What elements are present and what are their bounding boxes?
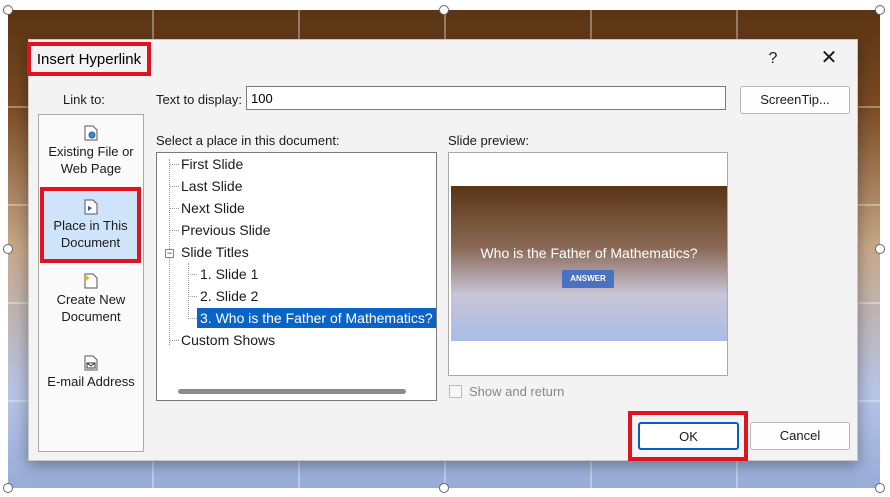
email-icon	[84, 355, 98, 371]
close-button[interactable]: ✕	[818, 47, 840, 69]
slide-preview-box: Who is the Father of Mathematics? ANSWER	[448, 152, 728, 376]
link-to-place-in-document[interactable]: Place in This Document	[40, 187, 141, 263]
checkbox-box[interactable]	[449, 385, 462, 398]
ok-button[interactable]: OK	[638, 422, 739, 450]
link-to-email-label: E-mail Address	[47, 374, 135, 389]
link-to-label: Link to:	[63, 92, 105, 107]
file-globe-icon	[84, 125, 98, 141]
link-to-pane: Existing File or Web Page Place in This …	[38, 114, 144, 452]
text-to-display-label: Text to display:	[156, 92, 242, 107]
tree-line	[169, 186, 179, 187]
collapse-toggle-icon[interactable]: −	[165, 249, 174, 258]
resize-handle-top-center[interactable]	[439, 5, 449, 15]
tree-item-slide-1[interactable]: 1. Slide 1	[200, 264, 258, 284]
help-button[interactable]: ?	[765, 50, 781, 68]
slide-preview-label: Slide preview:	[448, 133, 529, 148]
tree-line	[169, 340, 179, 341]
show-and-return-label: Show and return	[469, 384, 565, 399]
resize-handle-bottom-right[interactable]	[875, 483, 885, 493]
tree-line	[169, 230, 179, 231]
resize-handle-bottom-left[interactable]	[3, 483, 13, 493]
dialog-title: Insert Hyperlink	[27, 42, 151, 76]
preview-slide-title: Who is the Father of Mathematics?	[480, 245, 698, 261]
tree-item-previous-slide[interactable]: Previous Slide	[181, 220, 271, 240]
tree-item-slide-2[interactable]: 2. Slide 2	[200, 286, 258, 306]
place-tree[interactable]: − First Slide Last Slide Next Slide Prev…	[156, 152, 437, 401]
screentip-button[interactable]: ScreenTip...	[740, 86, 850, 114]
tree-line	[188, 318, 197, 319]
tree-line	[169, 208, 179, 209]
slide-preview-thumbnail: Who is the Father of Mathematics? ANSWER	[451, 186, 727, 341]
document-place-icon	[84, 199, 98, 215]
scrollbar-thumb[interactable]	[178, 389, 406, 394]
horizontal-scrollbar[interactable]	[158, 384, 435, 398]
tree-item-first-slide[interactable]: First Slide	[181, 154, 243, 174]
tree-item-last-slide[interactable]: Last Slide	[181, 176, 242, 196]
preview-answer-button: ANSWER	[562, 270, 614, 288]
tree-item-custom-shows[interactable]: Custom Shows	[181, 330, 275, 350]
link-to-create-new-label: Create New Document	[56, 292, 126, 324]
resize-handle-top-right[interactable]	[875, 5, 885, 15]
tree-line	[188, 263, 189, 319]
resize-handle-top-left[interactable]	[3, 5, 13, 15]
link-to-existing-file[interactable]: Existing File or Web Page	[39, 125, 143, 177]
tree-item-slide-titles[interactable]: Slide Titles	[181, 242, 249, 262]
link-to-existing-file-label: Existing File or Web Page	[48, 144, 134, 176]
resize-handle-middle-left[interactable]	[3, 244, 13, 254]
resize-handle-middle-right[interactable]	[875, 244, 885, 254]
link-to-email-address[interactable]: E-mail Address	[39, 355, 143, 390]
new-document-icon	[84, 273, 98, 289]
resize-handle-bottom-center[interactable]	[439, 483, 449, 493]
tree-line	[169, 164, 179, 165]
tree-item-slide-3[interactable]: 3. Who is the Father of Mathematics?	[197, 308, 436, 328]
show-and-return-checkbox[interactable]: Show and return	[449, 384, 564, 399]
cancel-button[interactable]: Cancel	[750, 422, 850, 450]
tree-line	[188, 274, 197, 275]
link-to-place-label: Place in This Document	[53, 218, 128, 250]
text-to-display-input[interactable]	[246, 86, 726, 110]
tree-line	[188, 296, 197, 297]
select-place-label: Select a place in this document:	[156, 133, 340, 148]
link-to-create-new-document[interactable]: Create New Document	[39, 273, 143, 325]
insert-hyperlink-dialog: Insert Hyperlink ? ✕ Link to: Existing F…	[27, 39, 858, 461]
tree-item-next-slide[interactable]: Next Slide	[181, 198, 245, 218]
